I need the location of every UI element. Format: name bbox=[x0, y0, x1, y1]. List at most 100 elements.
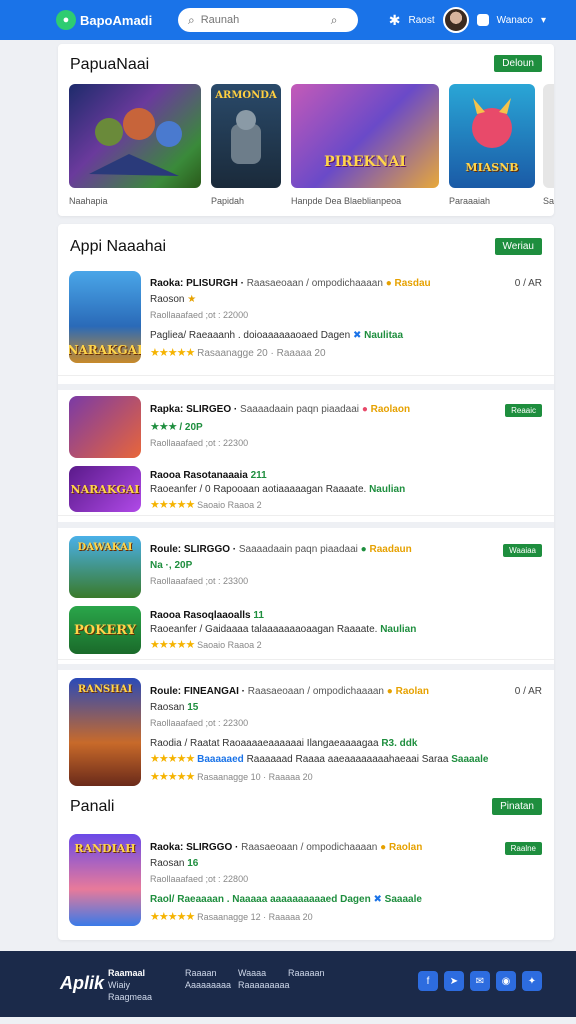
facebook-icon[interactable]: f bbox=[418, 971, 438, 991]
app-desc: Raol/ Raeaaaan . Naaaaa aaaaaaaaaaed Dag… bbox=[150, 894, 422, 905]
apps-title: Appi Naaahai bbox=[70, 238, 167, 255]
app-right-tag: 0 / AR bbox=[514, 278, 542, 289]
list-item[interactable]: RANDIAH Raoka: SLIRGGO · Raasaeoaan / om… bbox=[58, 830, 554, 934]
social-links: f ➤ ✉ ◉ ✦ bbox=[418, 971, 542, 991]
search-submit-icon[interactable]: ⌕ bbox=[331, 13, 338, 28]
footer-link[interactable]: Aaaaaaaaa bbox=[185, 979, 231, 991]
app-desc: Raoeanfer / Gaidaaaa talaaaaaaaoaagan Ra… bbox=[150, 624, 417, 635]
app-sub: Raoson ★ bbox=[150, 294, 197, 305]
tile-art-title: PIREKNAI bbox=[324, 154, 406, 170]
featured-tile-1[interactable] bbox=[69, 84, 201, 188]
featured-tile-3[interactable]: PIREKNAI bbox=[291, 84, 439, 188]
featured-tile-label: Hanpde Dea Blaeblianpeoa bbox=[291, 196, 402, 206]
header-actions: ✱ Raost Wanaco ▾ bbox=[389, 6, 546, 34]
app-desc: Pagliea/ Raeaaanh . doioaaaaaaoaed Dagen… bbox=[150, 330, 404, 341]
app-size: Raollaaafaed ;ot : 23300 bbox=[150, 576, 249, 586]
footer-link[interactable]: Raagmeaa bbox=[108, 991, 152, 1003]
list-card: Rapka: SLIRGEO · Saaaadaain paqn piaadaa… bbox=[58, 384, 554, 516]
app-desc-2: ★★★★★ Baaaaaed Raaaaaad Raaaa aaeaaaaaaa… bbox=[150, 753, 489, 765]
app-desc: Raoeanfer / 0 Rapooaan aotiaaaaagan Raaa… bbox=[150, 484, 406, 495]
featured-tile-label: Paraaaiah bbox=[449, 196, 491, 206]
footer-col-1: Raamaal Wiaiy Raagmeaa bbox=[108, 967, 152, 1003]
app-title-line[interactable]: Raooa Rasotanaaaia 211 bbox=[150, 470, 267, 481]
app-title-line[interactable]: Rapka: SLIRGEO · Saaaadaain paqn piaadaa… bbox=[150, 404, 410, 415]
twitter-icon[interactable]: ✦ bbox=[522, 971, 542, 991]
featured-tile-label: Naahapia bbox=[69, 196, 108, 206]
featured-tile-4[interactable]: MIASNB bbox=[449, 84, 535, 188]
search-bar[interactable]: ⌕ ⌕ bbox=[178, 8, 358, 32]
rating-stars-icon: ★★★★★ bbox=[150, 347, 195, 359]
search-icon: ⌕ bbox=[188, 12, 195, 27]
footer-link[interactable]: Raamaal bbox=[108, 967, 152, 979]
search-input[interactable] bbox=[200, 14, 331, 26]
app-rating: ★★★★★ Saoaio Raaoa 2 bbox=[150, 639, 262, 651]
footer-link[interactable]: Raaaan bbox=[185, 967, 231, 979]
footer-logo[interactable]: Aplik bbox=[60, 973, 104, 994]
app-stars-line: ★★★ / 20P bbox=[150, 421, 203, 433]
install-button[interactable]: Raalne bbox=[504, 842, 542, 855]
footer-col-4: Raaaaan bbox=[288, 967, 325, 979]
featured-tile-2[interactable]: ARMONDA bbox=[211, 84, 281, 188]
footer-link[interactable]: Waaaa bbox=[238, 967, 290, 979]
app-size: Raollaaafaed ;ot : 22000 bbox=[150, 310, 249, 320]
app-rating: ★★★★★ Rasaanagge 12 · Raaaaa 20 bbox=[150, 911, 313, 923]
account-checkbox-icon[interactable] bbox=[476, 14, 489, 26]
app-rating: ★★★★★ Rasaanagge 20 · Raaaaa 20 bbox=[150, 347, 326, 359]
featured-more-button[interactable]: Deloun bbox=[494, 55, 542, 72]
game-art-icon bbox=[89, 108, 182, 176]
app-title-line[interactable]: Roule: SLIRGGO · Saaaadaain paqn piaadaa… bbox=[150, 544, 412, 555]
app-right-tag: 0 / AR bbox=[514, 686, 542, 697]
footer-col-3: Waaaa Raaaaaaaaa bbox=[238, 967, 290, 991]
install-button[interactable]: Waaiaa bbox=[503, 544, 542, 557]
app-size: Raollaaafaed ;ot : 22300 bbox=[150, 438, 249, 448]
avatar[interactable] bbox=[442, 7, 469, 33]
app-icon bbox=[69, 396, 141, 458]
list-item[interactable]: NARAKGAI Raoka: PLISURGH · Raasaeoaan / … bbox=[58, 264, 554, 376]
footer-link[interactable]: Raaaaan bbox=[288, 967, 325, 979]
footer: Aplik Raamaal Wiaiy Raagmeaa Raaaan Aaaa… bbox=[0, 951, 576, 1017]
app-stars-line: Na ·, 20P bbox=[150, 560, 193, 571]
popular-more-button[interactable]: Pinatan bbox=[492, 798, 542, 815]
tile-art-title: ARMONDA bbox=[215, 90, 277, 101]
chevron-down-icon[interactable]: ▾ bbox=[541, 15, 546, 26]
logo-icon: ● bbox=[56, 10, 76, 30]
app-size: Raollaaafaed ;ot : 22800 bbox=[150, 874, 249, 884]
app-icon: POKERY bbox=[69, 606, 141, 654]
puzzle-icon[interactable]: ✱ bbox=[389, 12, 401, 29]
app-icon: DAWAKAI bbox=[69, 536, 141, 598]
app-icon: NARAKGAI bbox=[69, 271, 141, 363]
share-icon[interactable]: ➤ bbox=[444, 971, 464, 991]
featured-tile-label: Sa bbox=[543, 196, 555, 206]
app-rating: ★★★★★ Rasaanagge 10 · Raaaaa 20 bbox=[150, 771, 313, 783]
app-title-line: Raoka: SLIRGGO · Raasaeoaan / ompodichaa… bbox=[150, 842, 423, 853]
top-header: ● BapoAmadi ⌕ ⌕ ✱ Raost Wanaco ▾ bbox=[0, 0, 576, 40]
app-title-line: Roule: FINEANGAI · Raasaeoaan / ompodich… bbox=[150, 686, 429, 697]
logo-text: BapoAmadi bbox=[80, 12, 153, 28]
apps-section: Appi Naaahai Weriau NARAKGAI Raoka: PLIS… bbox=[58, 224, 554, 940]
mail-icon[interactable]: ✉ bbox=[470, 971, 490, 991]
install-button[interactable]: Reaaic bbox=[505, 404, 542, 417]
apps-more-button[interactable]: Weriau bbox=[494, 238, 542, 255]
featured-tile-label: Papidah bbox=[211, 196, 245, 206]
app-rating: ★★★★★ Saoaio Raaoa 2 bbox=[150, 499, 262, 511]
tile-art-title: MIASNB bbox=[465, 161, 519, 174]
header-link[interactable]: Raost bbox=[409, 15, 435, 26]
footer-link[interactable]: Raaaaaaaaa bbox=[238, 979, 290, 991]
app-icon: NARAKGAI bbox=[69, 466, 141, 512]
app-title-line: Raoka: PLISURGH · Raasaeoaan / ompodicha… bbox=[150, 278, 431, 289]
app-size: Raollaaafaed ;ot : 22300 bbox=[150, 718, 249, 728]
footer-link[interactable]: Wiaiy bbox=[108, 979, 152, 991]
list-item[interactable]: RANSHAI Roule: FINEANGAI · Raasaeoaan / … bbox=[58, 664, 554, 786]
app-sub: Raosan 15 bbox=[150, 702, 199, 713]
app-desc: Raodia / Raatat Raoaaaaeaaaaaai Ilangaea… bbox=[150, 738, 418, 749]
camera-icon[interactable]: ◉ bbox=[496, 971, 516, 991]
popular-title: Panali bbox=[70, 798, 115, 815]
app-icon: RANSHAI bbox=[69, 678, 141, 786]
account-label[interactable]: Wanaco bbox=[497, 15, 533, 26]
app-title-line[interactable]: Raooa Rasoqlaaoalls 11 bbox=[150, 610, 264, 621]
popular-section: Panali Pinatan RANDIAH Raoka: SLIRGGO · … bbox=[58, 790, 554, 940]
list-card: DAWAKAI Roule: SLIRGGO · Saaaadaain paqn… bbox=[58, 522, 554, 660]
featured-tile-5[interactable] bbox=[543, 84, 554, 188]
site-logo[interactable]: ● BapoAmadi bbox=[56, 10, 152, 30]
footer-col-2: Raaaan Aaaaaaaaa bbox=[185, 967, 231, 991]
